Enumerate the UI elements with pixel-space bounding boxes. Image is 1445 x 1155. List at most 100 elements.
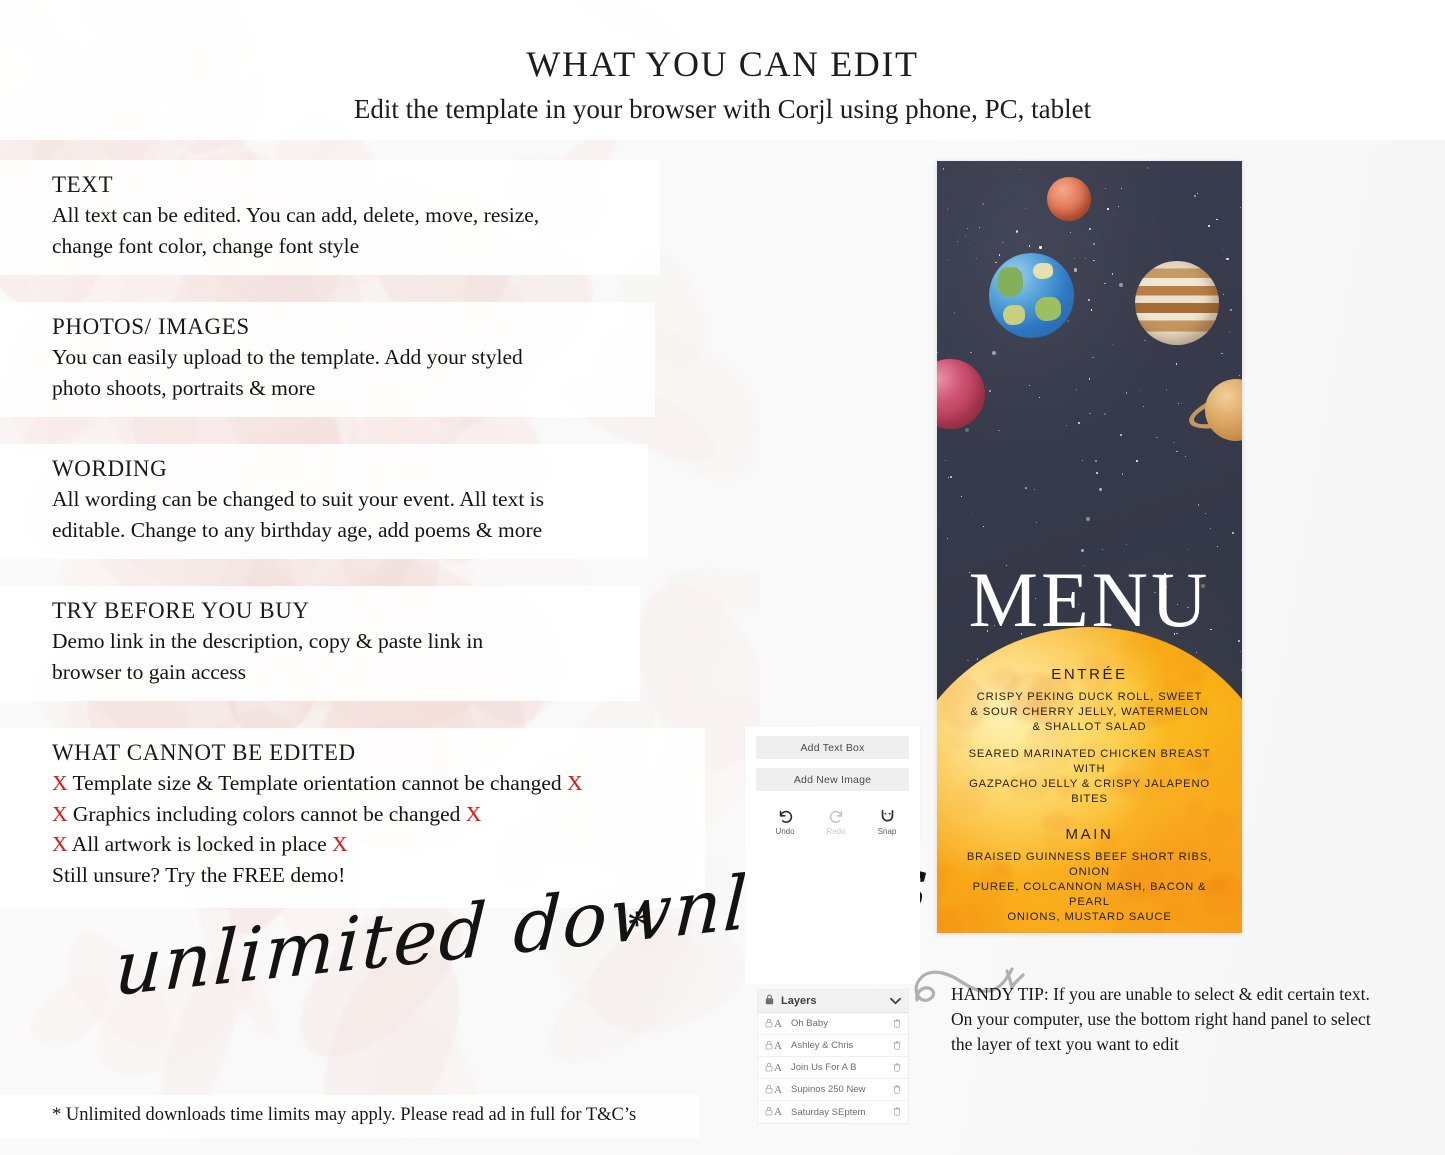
menu-dish: BRAISED GUINNESS BEEF SHORT RIBS, ONION P…	[966, 851, 1213, 923]
x-mark-icon: X	[465, 801, 482, 826]
menu-card-title: MENU	[968, 556, 1211, 643]
layer-name: Saturday SEptem	[791, 1106, 866, 1118]
text-layer-icon: A	[774, 1039, 782, 1052]
undo-label: Undo	[775, 827, 795, 836]
cannot-edit-item-text: Template size & Template orientation can…	[72, 771, 562, 796]
x-mark-icon: X	[52, 801, 68, 826]
layer-row[interactable]: A Oh Baby	[758, 1013, 908, 1035]
add-new-image-button[interactable]: Add New Image	[756, 768, 909, 791]
handy-tip-line: On your computer, use the bottom right h…	[951, 1008, 1371, 1029]
delete-layer-icon[interactable]	[893, 1081, 901, 1099]
cannot-edit-body: X Template size & Template orientation c…	[52, 768, 705, 890]
text-layer-icon: A	[774, 1106, 782, 1118]
layer-row[interactable]: A Ashley & Chris	[758, 1035, 908, 1057]
feature-body-line: browser to gain access	[52, 659, 247, 684]
planet-saturn-icon	[1205, 379, 1242, 441]
text-layer-icon: A	[774, 1083, 782, 1096]
handy-tip: HANDY TIP: If you are unable to select &…	[951, 982, 1421, 1057]
delete-layer-icon[interactable]	[893, 1059, 901, 1077]
asterisk-icon: *	[627, 902, 647, 947]
feature-body: Demo link in the description, copy & pas…	[52, 626, 640, 687]
handy-tip-line: HANDY TIP: If you are unable to select &…	[951, 984, 1370, 1004]
page-subtitle: Edit the template in your browser with C…	[353, 94, 1092, 124]
planet-jupiter-icon	[1135, 261, 1219, 345]
text-layer-icon: A	[774, 1017, 782, 1030]
lock-icon[interactable]	[765, 1081, 773, 1099]
menu-dish: SEARED MARINATED CHICKEN BREAST WITH GAZP…	[968, 748, 1211, 805]
redo-label: Redo	[826, 827, 846, 836]
lock-icon	[765, 992, 774, 1010]
feature-title: TRY BEFORE YOU BUY	[52, 598, 310, 624]
redo-button[interactable]: Redo	[819, 808, 853, 836]
planet-mars-icon	[1047, 177, 1091, 221]
layers-panel-title: Layers	[781, 995, 817, 1007]
feature-panels: TEXT All text can be edited. You can add…	[0, 160, 705, 935]
feature-panel-try-before-you-buy: TRY BEFORE YOU BUY Demo link in the desc…	[0, 586, 640, 702]
layers-panel-header[interactable]: Layers	[758, 990, 908, 1013]
cannot-edit-item: X Template size & Template orientation c…	[52, 768, 705, 799]
lock-icon[interactable]	[765, 1059, 773, 1077]
course-heading-main: MAIN	[1065, 826, 1114, 844]
menu-template-preview[interactable]: MENU ENTRÉE CRISPY PEKING DUCK ROLL, SWE…	[937, 161, 1242, 933]
layer-row[interactable]: A Supinos 250 New	[758, 1079, 908, 1101]
feature-body-line: editable. Change to any birthday age, ad…	[52, 517, 543, 542]
lock-icon[interactable]	[765, 1037, 773, 1055]
delete-layer-icon[interactable]	[893, 1015, 901, 1033]
footnote: * Unlimited downloads time limits may ap…	[0, 1095, 700, 1138]
x-mark-icon: X	[332, 832, 348, 857]
x-mark-icon: X	[567, 771, 583, 796]
cannot-edit-item-text: All artwork is locked in place	[71, 832, 327, 857]
layer-row[interactable]: A Join Us For A B	[758, 1057, 908, 1079]
chevron-down-icon[interactable]	[890, 992, 901, 1010]
planet-magenta-icon	[937, 359, 985, 429]
handy-tip-line: the layer of text you want to edit	[951, 1033, 1179, 1054]
layer-name: Ashley & Chris	[791, 1040, 854, 1051]
feature-body: All text can be edited. You can add, del…	[52, 200, 660, 261]
page-header: WHAT YOU CAN EDIT Edit the template in y…	[0, 0, 1445, 140]
feature-panel-text: TEXT All text can be edited. You can add…	[0, 160, 660, 276]
snap-label: Snap	[877, 827, 897, 836]
course-heading-entree: ENTRÉE	[1051, 666, 1128, 683]
feature-body-line: photo shoots, portraits & more	[52, 375, 316, 400]
feature-panel-wording: WORDING All wording can be changed to su…	[0, 444, 648, 560]
lock-icon[interactable]	[765, 1103, 773, 1121]
feature-body: You can easily upload to the template. A…	[52, 342, 655, 403]
editor-canvas-blank-area	[745, 844, 920, 984]
cannot-edit-item: X All artwork is locked in place X	[52, 829, 705, 860]
snap-button[interactable]: Snap	[870, 808, 904, 836]
undo-icon	[768, 808, 802, 825]
editor-toolbar-panel: Add Text Box Add New Image Undo Redo Sna…	[745, 726, 920, 844]
feature-title: TEXT	[52, 172, 114, 197]
snap-icon	[870, 808, 904, 825]
feature-body-line: All text can be edited. You can add, del…	[52, 203, 540, 227]
feature-body-line: You can easily upload to the template. A…	[52, 345, 523, 370]
feature-title: WORDING	[52, 456, 168, 482]
x-mark-icon: X	[52, 771, 68, 796]
toolbar-icon-row: Undo Redo Snap	[756, 808, 909, 836]
menu-dish: CRISPY PEKING DUCK ROLL, SWEET & SOUR CHE…	[970, 691, 1209, 733]
layer-name: Join Us For A B	[791, 1062, 857, 1073]
cannot-edit-item-text: Graphics including colors cannot be chan…	[72, 801, 461, 826]
delete-layer-icon[interactable]	[893, 1037, 901, 1055]
unlimited-downloads-script: unlimited downloads *	[105, 840, 933, 1030]
x-mark-icon: X	[52, 832, 68, 857]
cannot-edit-title: WHAT CANNOT BE EDITED	[52, 740, 356, 766]
feature-title: PHOTOS/ IMAGES	[52, 314, 250, 340]
feature-panel-photos: PHOTOS/ IMAGES You can easily upload to …	[0, 302, 655, 418]
undo-button[interactable]: Undo	[768, 808, 802, 836]
feature-body-line: All wording can be changed to suit your …	[52, 487, 545, 512]
layer-name: Supinos 250 New	[791, 1084, 866, 1095]
page-title: WHAT YOU CAN EDIT	[526, 44, 919, 84]
feature-body-line: Demo link in the description, copy & pas…	[52, 629, 484, 654]
add-text-box-button[interactable]: Add Text Box	[756, 736, 909, 759]
text-layer-icon: A	[774, 1061, 782, 1074]
layer-row[interactable]: A Saturday SEptem	[758, 1101, 908, 1123]
feature-body: All wording can be changed to suit your …	[52, 484, 648, 545]
menu-card-courses: ENTRÉE CRISPY PEKING DUCK ROLL, SWEET & S…	[937, 666, 1242, 933]
feature-body-line: change font color, change font style	[52, 233, 360, 258]
lock-icon[interactable]	[765, 1015, 773, 1033]
planet-earth-icon	[989, 253, 1074, 338]
layer-name: Oh Baby	[791, 1018, 828, 1029]
delete-layer-icon[interactable]	[893, 1103, 901, 1121]
redo-icon	[819, 808, 853, 825]
